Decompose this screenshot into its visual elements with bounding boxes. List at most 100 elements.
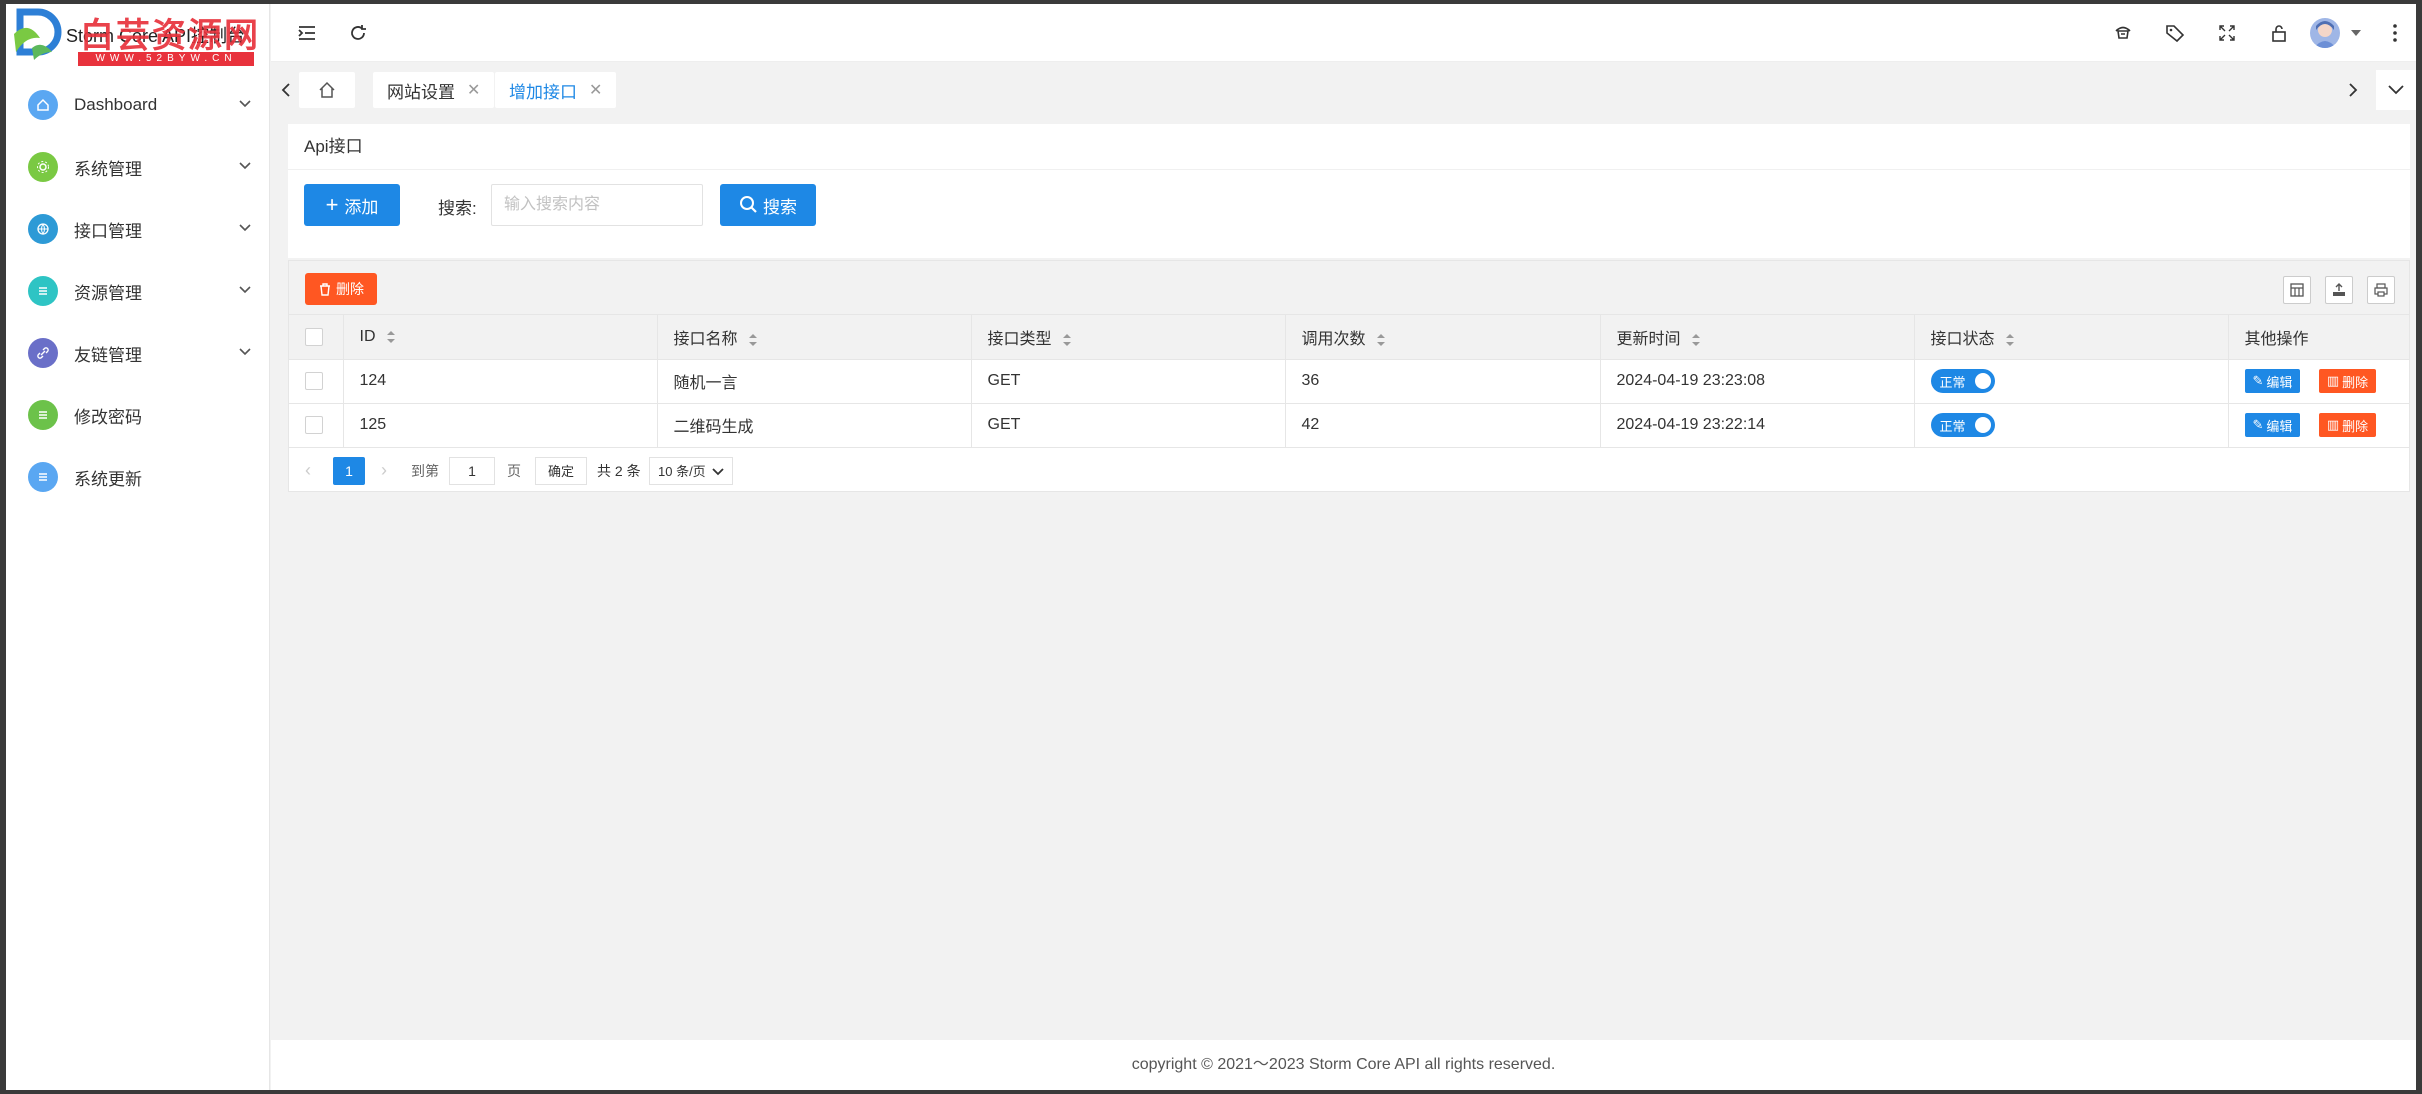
column-header-label: 调用次数 [1301,330,1366,348]
sort-icon[interactable] [1062,333,1072,347]
column-header-label: 其他操作 [2244,330,2309,348]
pagination: ‹ 1 › 到第 1 页 确定 共 2 条 10 条/页 [289,448,2409,492]
batch-delete-button[interactable]: 删除 [305,273,377,305]
close-icon[interactable]: ✕ [467,80,480,100]
cell-calls: 42 [1285,403,1601,448]
sort-icon[interactable] [386,330,396,344]
column-header[interactable]: 调用次数 [1285,315,1601,360]
sort-icon[interactable] [1376,333,1386,347]
chevron-down-icon [239,224,251,232]
row-checkbox[interactable] [305,415,323,434]
status-toggle-label: 正常 [1939,418,1966,434]
export-button[interactable] [2325,276,2353,304]
watermark: 白芸资源网 WWW.52BYW.CN [78,8,258,66]
status-toggle[interactable]: 正常 [1930,369,1995,393]
cell-actions: ✎ 编辑 ▥ 删除 [2228,403,2409,448]
sort-icon[interactable] [748,333,758,347]
status-toggle[interactable]: 正常 [1930,413,1995,437]
page-size-select[interactable]: 10 条/页 [649,456,733,485]
trash-icon [320,283,330,296]
edit-button[interactable]: ✎ 编辑 [2244,369,2301,393]
sidebar-nav: Dashboard 系统管理 接口管理 资源管理 友链管理 修改密码 系统更新 [6,74,270,508]
watermark-main: 白芸资源网 [80,16,260,56]
header-checkbox-cell [289,315,344,360]
list-icon [28,276,58,306]
row-checkbox-cell [289,403,344,448]
page-current[interactable]: 1 [333,456,365,485]
prev-page-icon[interactable]: ‹ [305,457,311,485]
row-checkbox-cell [289,359,344,404]
table-row: 124 随机一言 GET 36 2024-04-19 23:23:08 正常 ✎… [289,359,2409,404]
column-header[interactable]: 更新时间 [1600,315,1915,360]
sidebar-item-dashboard[interactable]: Dashboard [6,74,270,136]
search-button[interactable]: 搜索 [720,184,816,226]
app-window: Storm Core API控制台 白芸资源网 WWW.52BYW.CN Das… [6,4,2416,1090]
sidebar-item-links[interactable]: 友链管理 [6,322,270,384]
columns-filter-button[interactable] [2283,276,2311,304]
column-header-label: 接口状态 [1930,330,1995,348]
cell-status: 正常 [1914,403,2229,448]
column-header[interactable]: ID [343,315,658,360]
delete-button[interactable]: ▥ 删除 [2318,413,2377,437]
more-icon[interactable] [2392,23,2398,43]
card-title: Api接口 [288,124,2410,170]
add-button[interactable]: + 添加 [304,184,400,226]
fullscreen-icon[interactable] [2216,22,2238,44]
column-header-label: 接口名称 [673,330,738,348]
trash-icon: ▥ [2326,417,2340,432]
table-header-row: ID 接口名称 接口类型 调用次数 更新时间 接口状态 其他操作 [289,315,2409,360]
cell-type: GET [971,403,1286,448]
column-header[interactable]: 接口名称 [657,315,972,360]
tab-home[interactable] [299,72,355,108]
tabs-menu-button[interactable] [2376,70,2416,110]
cell-id: 124 [343,359,658,404]
delete-button[interactable]: ▥ 删除 [2318,369,2377,393]
column-header[interactable]: 接口状态 [1914,315,2229,360]
sidebar-item-password[interactable]: 修改密码 [6,384,270,446]
menu-fold-icon[interactable] [296,22,318,44]
avatar[interactable] [2310,18,2340,48]
chevron-down-icon [239,348,251,356]
next-page-icon[interactable]: › [381,457,387,485]
sidebar-item-label: 修改密码 [74,407,142,427]
edit-button[interactable]: ✎ 编辑 [2244,413,2301,437]
goto-page-input[interactable]: 1 [449,456,495,485]
close-icon[interactable]: ✕ [589,80,602,100]
tag-icon[interactable] [2164,22,2186,44]
goto-confirm-button[interactable]: 确定 [535,456,587,485]
cell-id: 125 [343,403,658,448]
refresh-icon[interactable] [347,22,369,44]
cell-updated: 2024-04-19 23:23:08 [1600,359,1915,404]
chevron-down-icon [239,162,251,170]
cell-name: 随机一言 [657,359,972,404]
api-table: ID 接口名称 接口类型 调用次数 更新时间 接口状态 其他操作 124 随机一… [289,315,2409,448]
caret-down-icon[interactable] [2350,28,2362,38]
sidebar-item-api[interactable]: 接口管理 [6,198,270,260]
sidebar-item-system[interactable]: 系统管理 [6,136,270,198]
delete-button-label: 删除 [2342,418,2369,434]
tabs-next-icon[interactable] [2346,82,2360,98]
sidebar-item-resources[interactable]: 资源管理 [6,260,270,322]
chevron-down-icon [239,100,251,108]
sidebar-item-update[interactable]: 系统更新 [6,446,270,508]
row-checkbox[interactable] [305,371,323,390]
logo[interactable]: Storm Core API控制台 白芸资源网 WWW.52BYW.CN [6,4,270,66]
column-header-label: 接口类型 [987,330,1052,348]
tabs-prev-icon[interactable] [279,82,293,98]
sort-icon[interactable] [2005,333,2015,347]
column-header[interactable]: 接口类型 [971,315,1286,360]
home-icon [28,90,58,120]
theme-icon[interactable] [2112,22,2134,44]
select-all-checkbox[interactable] [305,327,323,346]
list-icon [28,462,58,492]
lock-icon[interactable] [2268,22,2290,44]
edit-button-label: 编辑 [2266,418,2293,434]
toggle-knob [1974,417,1991,433]
search-input[interactable] [491,184,703,226]
watermark-sub: WWW.52BYW.CN [78,52,254,66]
tab-site-settings[interactable]: 网站设置 ✕ [373,72,495,108]
sort-icon[interactable] [1691,333,1701,347]
print-button[interactable] [2367,276,2395,304]
tab-add-api[interactable]: 增加接口 ✕ [495,72,617,108]
search-icon [740,196,757,213]
